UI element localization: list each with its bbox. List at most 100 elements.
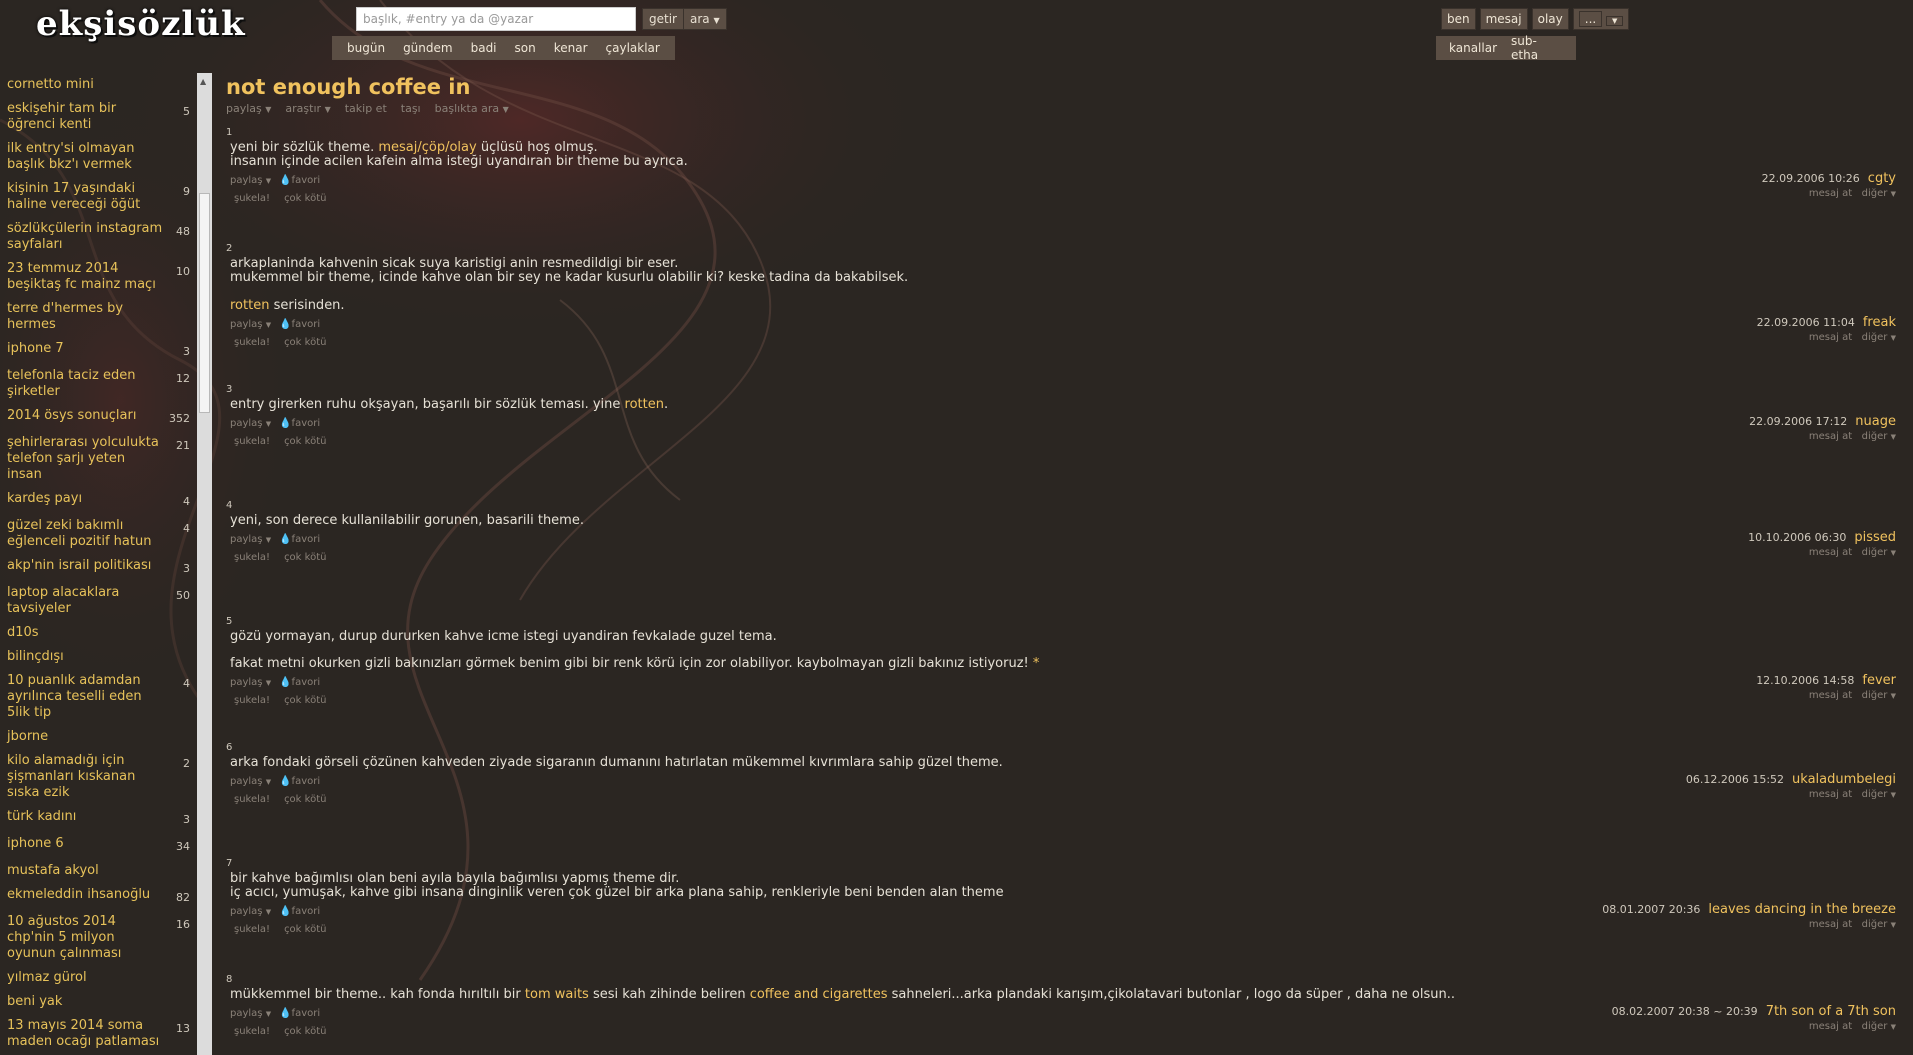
nav-caylaklar[interactable]: çaylaklar <box>597 41 669 55</box>
sidebar-item-title[interactable]: eskişehir tam bir öğrenci kenti <box>7 101 163 133</box>
sidebar-item-title[interactable]: mustafa akyol <box>7 863 163 879</box>
sidebar-item-title[interactable]: cornetto mini <box>7 77 163 93</box>
share-button[interactable]: paylaş ▼ <box>230 319 271 330</box>
message-button[interactable]: mesaj at <box>1809 690 1852 701</box>
favorite-button[interactable]: 💧favori <box>279 175 320 186</box>
more-options-button[interactable]: diğer ▼ <box>1862 1021 1896 1032</box>
sidebar-item-title[interactable]: 23 temmuz 2014 beşiktaş fc mainz maçı <box>7 261 163 293</box>
sidebar-item[interactable]: kilo alamadığı için şişmanları kıskanan … <box>0 749 196 805</box>
sidebar-item[interactable]: bilinçdışı <box>0 645 196 669</box>
message-button[interactable]: mesaj at <box>1809 919 1852 930</box>
entry-date[interactable]: 08.02.2007 20:38 ~ 20:39 <box>1612 1005 1758 1018</box>
sidebar-item[interactable]: laptop alacaklara tavsiyeler 50 <box>0 581 196 621</box>
entry-author[interactable]: fever <box>1862 673 1896 688</box>
topic-title[interactable]: not enough coffee in <box>226 74 1906 100</box>
downvote-button[interactable]: çok kötü <box>284 794 326 805</box>
favorite-button[interactable]: 💧favori <box>279 418 320 429</box>
upvote-button[interactable]: şukela! <box>234 552 270 563</box>
sidebar-scrollbar[interactable]: ▲ <box>197 73 212 1055</box>
sidebar-item[interactable]: akp'nin israil politikası 3 <box>0 554 196 581</box>
share-button[interactable]: paylaş ▼ <box>230 906 271 917</box>
sidebar-item[interactable]: cornetto mini <box>0 73 196 97</box>
downvote-button[interactable]: çok kötü <box>284 695 326 706</box>
mesaj-button[interactable]: mesaj <box>1479 8 1528 30</box>
sidebar-item-title[interactable]: kardeş payı <box>7 491 163 507</box>
sidebar-item-title[interactable]: iphone 6 <box>7 836 163 852</box>
entry-date[interactable]: 22.09.2006 17:12 <box>1749 415 1847 428</box>
favorite-button[interactable]: 💧favori <box>279 319 320 330</box>
entry-date[interactable]: 08.01.2007 20:36 <box>1602 903 1700 916</box>
sidebar-item[interactable]: kardeş payı 4 <box>0 487 196 514</box>
message-button[interactable]: mesaj at <box>1809 547 1852 558</box>
entry-author[interactable]: cgty <box>1868 171 1896 186</box>
favorite-button[interactable]: 💧favori <box>279 906 320 917</box>
ara-button[interactable]: ara ▼ <box>683 8 727 30</box>
sidebar-item[interactable]: 13 mayıs 2014 soma maden ocağı patlaması… <box>0 1014 196 1054</box>
sidebar-item[interactable]: türk kadını 3 <box>0 805 196 832</box>
more-button[interactable]: ... ▼ <box>1572 8 1630 30</box>
sidebar-item-title[interactable]: kişinin 17 yaşındaki haline vereceği öğü… <box>7 181 163 213</box>
downvote-button[interactable]: çok kötü <box>284 552 326 563</box>
sidebar-item[interactable]: güzel zeki bakımlı eğlenceli pozitif hat… <box>0 514 196 554</box>
sidebar-item[interactable]: 10 puanlık adamdan ayrılınca teselli ede… <box>0 669 196 725</box>
sidebar-item-title[interactable]: şehirlerarası yolculukta telefon şarjı y… <box>7 435 163 483</box>
entry-link[interactable]: rotten <box>230 298 269 313</box>
site-logo[interactable]: ekşisözlük <box>36 4 246 44</box>
entry-author[interactable]: 7th son of a 7th son <box>1766 1004 1896 1019</box>
sidebar-item[interactable]: terre d'hermes by hermes <box>0 297 196 337</box>
message-button[interactable]: mesaj at <box>1809 188 1852 199</box>
nav-gundem[interactable]: gündem <box>394 41 462 55</box>
sidebar-item-title[interactable]: güzel zeki bakımlı eğlenceli pozitif hat… <box>7 518 163 550</box>
entry-date[interactable]: 12.10.2006 14:58 <box>1756 674 1854 687</box>
entry-date[interactable]: 22.09.2006 11:04 <box>1757 316 1855 329</box>
upvote-button[interactable]: şukela! <box>234 1026 270 1037</box>
entry-author[interactable]: leaves dancing in the breeze <box>1708 902 1896 917</box>
sidebar-item-title[interactable]: iphone 7 <box>7 341 163 357</box>
entry-date[interactable]: 10.10.2006 06:30 <box>1748 531 1846 544</box>
upvote-button[interactable]: şukela! <box>234 193 270 204</box>
upvote-button[interactable]: şukela! <box>234 924 270 935</box>
sidebar-item[interactable]: beni yak <box>0 990 196 1014</box>
sidebar-item-title[interactable]: kilo alamadığı için şişmanları kıskanan … <box>7 753 163 801</box>
sidebar-item[interactable]: ilk entry'si olmayan başlık bkz'ı vermek <box>0 137 196 177</box>
nav-bugun[interactable]: bugün <box>338 41 394 55</box>
entry-author[interactable]: freak <box>1863 315 1896 330</box>
entry-author[interactable]: ukaladumbelegi <box>1792 772 1896 787</box>
downvote-button[interactable]: çok kötü <box>284 193 326 204</box>
entry-link[interactable]: coffee and cigarettes <box>750 987 888 1002</box>
nav-kanallar[interactable]: kanallar <box>1442 41 1504 55</box>
message-button[interactable]: mesaj at <box>1809 431 1852 442</box>
entry-author[interactable]: nuage <box>1855 414 1896 429</box>
more-options-button[interactable]: diğer ▼ <box>1862 919 1896 930</box>
olay-button[interactable]: olay <box>1531 8 1569 30</box>
downvote-button[interactable]: çok kötü <box>284 337 326 348</box>
entry-date[interactable]: 22.09.2006 10:26 <box>1762 172 1860 185</box>
sidebar-item[interactable]: yılmaz gürol <box>0 966 196 990</box>
more-options-button[interactable]: diğer ▼ <box>1862 547 1896 558</box>
ben-button[interactable]: ben <box>1441 8 1476 30</box>
share-button[interactable]: paylaş ▼ <box>230 418 271 429</box>
upvote-button[interactable]: şukela! <box>234 436 270 447</box>
upvote-button[interactable]: şukela! <box>234 337 270 348</box>
sidebar-item[interactable]: 10 ağustos 2014 chp'nin 5 milyon oyunun … <box>0 910 196 966</box>
sidebar-item[interactable]: şehirlerarası yolculukta telefon şarjı y… <box>0 431 196 487</box>
topic-move-button[interactable]: taşı <box>401 102 421 115</box>
entry-link[interactable]: rotten <box>625 397 664 412</box>
sidebar-item[interactable]: mustafa akyol <box>0 859 196 883</box>
sidebar-item[interactable]: iphone 6 34 <box>0 832 196 859</box>
downvote-button[interactable]: çok kötü <box>284 436 326 447</box>
sidebar-item[interactable]: ekmeleddin ihsanoğlu 82 <box>0 883 196 910</box>
sidebar-item[interactable]: kişinin 17 yaşındaki haline vereceği öğü… <box>0 177 196 217</box>
more-options-button[interactable]: diğer ▼ <box>1862 188 1896 199</box>
nav-badi[interactable]: badi <box>462 41 506 55</box>
sidebar-item-title[interactable]: 2014 ösys sonuçları <box>7 408 163 424</box>
favorite-button[interactable]: 💧favori <box>279 534 320 545</box>
sidebar-item[interactable]: telefonla taciz eden şirketler 12 <box>0 364 196 404</box>
upvote-button[interactable]: şukela! <box>234 794 270 805</box>
sidebar-item[interactable]: 2014 ösys sonuçları 352 <box>0 404 196 431</box>
sidebar-item-title[interactable]: 10 puanlık adamdan ayrılınca teselli ede… <box>7 673 163 721</box>
sidebar-item-title[interactable]: jborne <box>7 729 163 745</box>
more-options-button[interactable]: diğer ▼ <box>1862 789 1896 800</box>
entry-link[interactable]: mesaj/çöp/olay <box>378 140 476 155</box>
entry-author[interactable]: pissed <box>1854 530 1896 545</box>
